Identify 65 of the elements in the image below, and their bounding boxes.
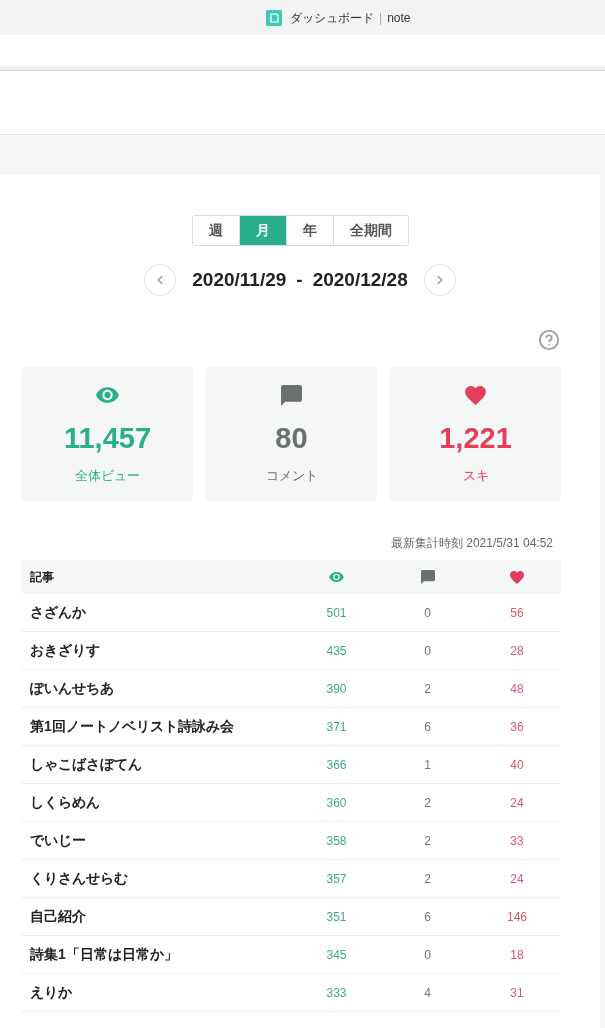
speech-bubble-icon bbox=[281, 384, 302, 406]
stat-value: 80 bbox=[275, 421, 308, 456]
browser-tab-title: ダッシュボード | note bbox=[290, 9, 411, 27]
like-count: 146 bbox=[507, 908, 527, 926]
article-title-link[interactable]: ぽいんせちあ bbox=[30, 678, 114, 699]
help-icon[interactable] bbox=[538, 329, 560, 351]
comment-count: 2 bbox=[424, 794, 431, 812]
heart-icon bbox=[465, 385, 486, 405]
article-title-link[interactable]: 自己紹介 bbox=[30, 906, 86, 927]
like-count: 40 bbox=[510, 756, 524, 774]
like-count: 33 bbox=[510, 832, 524, 850]
eye-icon bbox=[329, 572, 344, 582]
speech-bubble-icon bbox=[420, 570, 435, 584]
comment-count: 0 bbox=[424, 642, 431, 660]
article-title-link[interactable]: くりさんせらむ bbox=[30, 868, 128, 889]
like-count: 56 bbox=[510, 604, 524, 622]
view-count: 501 bbox=[326, 604, 347, 622]
last-updated-time: 最新集計時刻 2021/5/31 04:52 bbox=[390, 535, 553, 552]
comment-count: 0 bbox=[424, 604, 431, 622]
like-count: 24 bbox=[510, 794, 524, 812]
comment-count: 6 bbox=[424, 908, 431, 926]
comment-count: 1 bbox=[424, 756, 431, 774]
view-count: 371 bbox=[326, 718, 347, 736]
article-title-link[interactable]: 詩集1「日常は日常か」 bbox=[30, 944, 178, 965]
article-title-link[interactable]: おきざりす bbox=[30, 640, 100, 661]
article-title-link[interactable]: しゃこばさぼてん bbox=[30, 754, 142, 775]
article-title-link[interactable]: しくらめん bbox=[30, 792, 100, 813]
view-count: 345 bbox=[326, 946, 347, 964]
article-title-link[interactable]: 第1回ノートノベリスト詩詠み会 bbox=[30, 716, 234, 737]
view-count: 358 bbox=[326, 832, 347, 850]
view-count: 435 bbox=[326, 642, 347, 660]
view-count: 351 bbox=[326, 908, 347, 926]
stat-label: 全体ビュー bbox=[75, 467, 140, 485]
comment-count: 2 bbox=[424, 832, 431, 850]
like-count: 24 bbox=[510, 870, 524, 888]
eye-icon bbox=[96, 387, 119, 403]
like-count: 48 bbox=[510, 680, 524, 698]
stat-label: スキ bbox=[462, 467, 489, 485]
view-count: 333 bbox=[326, 984, 347, 1002]
comment-count: 0 bbox=[424, 946, 431, 964]
document-icon bbox=[266, 9, 282, 26]
article-title-link[interactable]: さざんか bbox=[30, 602, 86, 623]
comment-count: 4 bbox=[424, 984, 431, 1002]
view-count: 366 bbox=[326, 756, 347, 774]
like-count: 28 bbox=[510, 642, 524, 660]
view-count: 357 bbox=[326, 870, 347, 888]
date-range: 2020/11/29 - 2020/12/28 bbox=[192, 267, 408, 292]
comment-count: 6 bbox=[424, 718, 431, 736]
like-count: 18 bbox=[510, 946, 524, 964]
view-count: 390 bbox=[326, 680, 347, 698]
previous-button[interactable] bbox=[144, 264, 177, 296]
stat-value: 11,457 bbox=[63, 421, 152, 456]
article-title-link[interactable]: えりか bbox=[30, 982, 72, 1003]
stat-label: コメント bbox=[265, 467, 318, 485]
column-header: 記事 bbox=[29, 569, 55, 586]
like-count: 36 bbox=[510, 718, 524, 736]
comment-count: 2 bbox=[424, 870, 431, 888]
view-count: 360 bbox=[326, 794, 347, 812]
stat-value: 1,221 bbox=[439, 421, 512, 456]
next-button[interactable] bbox=[423, 264, 456, 296]
period-tab[interactable]: 全期間 bbox=[332, 216, 408, 245]
like-count: 31 bbox=[510, 984, 524, 1002]
article-title-link[interactable]: でいじー bbox=[30, 830, 86, 851]
comment-count: 2 bbox=[424, 680, 431, 698]
heart-icon bbox=[510, 570, 524, 584]
